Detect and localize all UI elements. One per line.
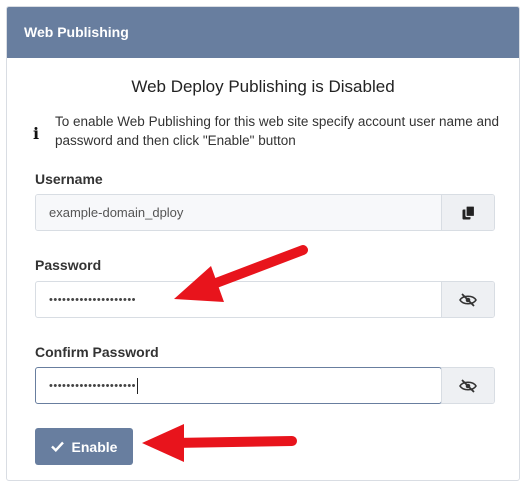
annotation-arrows: [142, 245, 308, 462]
arrow-to-enable-button: [142, 424, 297, 462]
arrow-to-password: [174, 245, 308, 302]
